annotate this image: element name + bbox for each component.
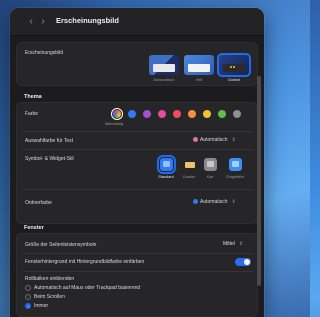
window-card: Größe der Seitenleistensymbole Mittel ⇕ F… bbox=[16, 233, 258, 317]
icon-style-standard-label: Standard bbox=[158, 175, 174, 179]
color-swatch[interactable] bbox=[188, 110, 196, 118]
chevron-right-icon[interactable]: › bbox=[38, 16, 48, 27]
sidebar-icon-size-popup[interactable]: Mittel ⇕ bbox=[223, 240, 243, 248]
highlight-color-value: Automatisch bbox=[200, 137, 228, 143]
color-swatch[interactable] bbox=[218, 110, 226, 118]
appearance-option-auto-label: Automatisch bbox=[153, 78, 175, 82]
updown-chevron-icon: ⇕ bbox=[238, 241, 244, 247]
highlight-color-label: Auswahlfarbe für Text bbox=[25, 138, 73, 144]
scrollbars-option-auto-label: Automatisch auf Maus oder Trackpad basie… bbox=[34, 285, 141, 291]
color-selected-caption: Mehrfarbig bbox=[105, 122, 124, 126]
divider bbox=[23, 189, 253, 190]
scrollbars-label: Rollbalken einblenden bbox=[25, 276, 75, 282]
color-swatch[interactable] bbox=[143, 110, 151, 118]
settings-content: Erscheinungsbild Automatisch Hell Dunkel… bbox=[10, 36, 264, 317]
color-swatch[interactable] bbox=[203, 110, 211, 118]
title-bar: ‹ › Erscheinungsbild bbox=[10, 8, 264, 36]
theme-card: Farbe Mehrfarbig Auswahlfarbe für Text A… bbox=[16, 102, 258, 224]
scrollbars-option-scrolling-radio[interactable] bbox=[25, 294, 31, 300]
updown-chevron-icon: ⇕ bbox=[231, 137, 236, 143]
scrollbar[interactable] bbox=[257, 76, 261, 286]
folder-color-popup[interactable]: Automatisch ⇕ bbox=[193, 198, 236, 206]
icon-style-dark-option[interactable] bbox=[183, 158, 196, 171]
window-section-title: Fenster bbox=[24, 225, 44, 231]
sidebar-icon-size-value: Mittel bbox=[223, 241, 235, 247]
appearance-label: Erscheinungsbild bbox=[25, 50, 64, 56]
appearance-option-auto[interactable] bbox=[149, 55, 179, 75]
divider bbox=[23, 149, 253, 150]
divider bbox=[23, 271, 253, 272]
scrollbars-option-always-label: Immer bbox=[34, 303, 49, 309]
sidebar-icon-size-label: Größe der Seitenleistensymbole bbox=[25, 242, 97, 248]
tint-label: Fensterhintergrund mit Hintergrundbildfa… bbox=[25, 259, 145, 265]
icon-style-tinted-option[interactable] bbox=[229, 158, 242, 171]
color-swatch[interactable] bbox=[128, 110, 136, 118]
appearance-option-light[interactable] bbox=[184, 55, 214, 75]
scrollbars-option-always-radio[interactable] bbox=[25, 303, 31, 309]
tint-toggle[interactable] bbox=[235, 258, 251, 266]
theme-section-title: Thema bbox=[24, 94, 42, 100]
color-swatch[interactable] bbox=[233, 110, 241, 118]
highlight-color-dot bbox=[193, 137, 198, 143]
color-swatch[interactable] bbox=[111, 108, 123, 120]
color-label: Farbe bbox=[25, 111, 39, 117]
folder-color-value: Automatisch bbox=[200, 199, 228, 205]
appearance-card: Erscheinungsbild Automatisch Hell Dunkel bbox=[16, 42, 258, 86]
appearance-option-dark-label: Dunkel bbox=[228, 78, 240, 82]
color-swatch[interactable] bbox=[158, 110, 166, 118]
scrollbars-option-scrolling-label: Beim Scrollen bbox=[34, 294, 65, 300]
folder-color-label: Ordnerfarbe bbox=[25, 200, 52, 206]
appearance-option-dark[interactable] bbox=[217, 53, 251, 77]
scrollbars-option-auto-radio[interactable] bbox=[25, 285, 31, 291]
chevron-left-icon[interactable]: ‹ bbox=[26, 16, 36, 27]
icon-style-label: Symbol- & Widget-Stil bbox=[25, 156, 74, 162]
window-title: Erscheinungsbild bbox=[56, 16, 119, 25]
divider bbox=[23, 253, 253, 254]
color-swatch[interactable] bbox=[173, 110, 181, 118]
folder-color-dot bbox=[193, 199, 198, 205]
icon-style-tinted-label: Eingefärbt bbox=[226, 175, 244, 179]
updown-chevron-icon: ⇕ bbox=[231, 199, 236, 205]
highlight-color-popup[interactable]: Automatisch ⇕ bbox=[193, 136, 236, 144]
settings-window: ‹ › Erscheinungsbild Erscheinungsbild Au… bbox=[10, 8, 264, 317]
icon-style-clear-label: Klar bbox=[206, 175, 214, 179]
appearance-option-light-label: Hell bbox=[195, 78, 203, 82]
icon-style-standard-option[interactable] bbox=[157, 155, 176, 174]
icon-style-clear-option[interactable] bbox=[204, 158, 217, 171]
divider bbox=[23, 131, 253, 132]
